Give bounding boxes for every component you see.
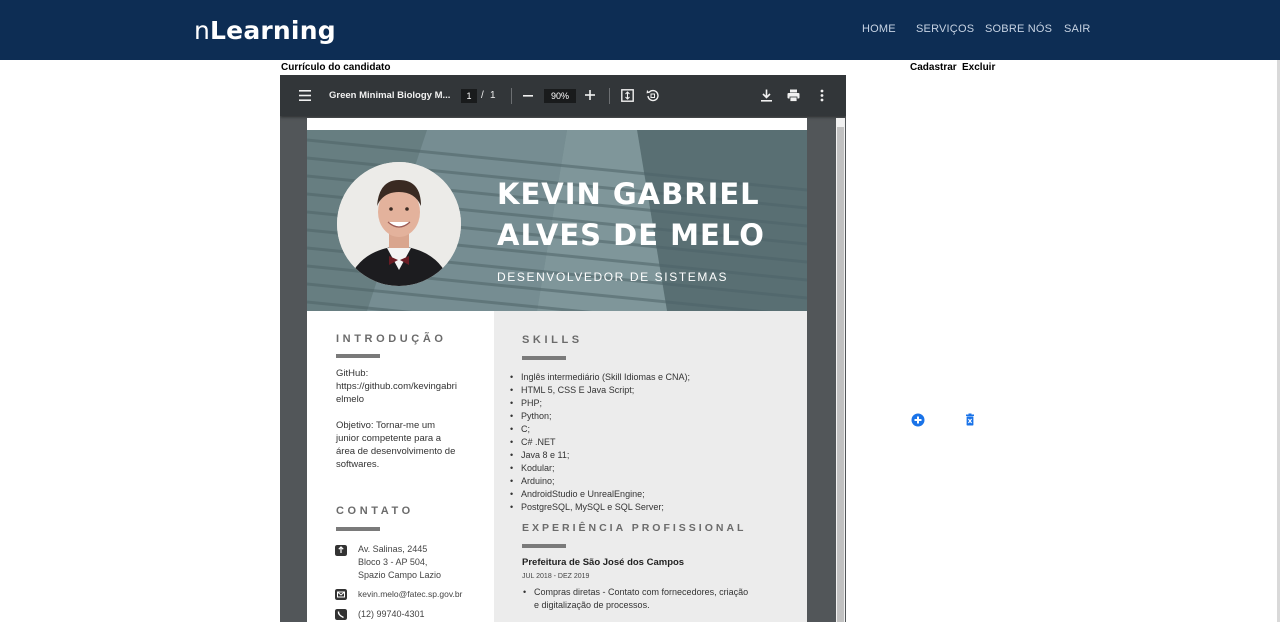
contact-address: Av. Salinas, 2445 Bloco 3 - AP 504, Spaz…	[358, 543, 441, 582]
objective-line: área de desenvolvimento de	[336, 446, 456, 457]
skill-item: C;	[509, 423, 690, 436]
resume-page: KEVIN GABRIEL ALVES DE MELO DESENVOLVEDO…	[307, 118, 807, 622]
skills-list: Inglês intermediário (Skill Idiomas e CN…	[509, 371, 690, 514]
trash-icon[interactable]	[963, 413, 977, 427]
location-icon	[335, 545, 347, 556]
candidate-name-line-2: ALVES DE MELO	[497, 218, 765, 252]
skill-item: AndroidStudio e UnrealEngine;	[509, 488, 690, 501]
objective-line: Objetivo: Tornar-me um	[336, 420, 436, 431]
experience-heading: EXPERIÊNCIA PROFISSIONAL	[522, 522, 747, 534]
skills-heading: SKILLS	[522, 334, 583, 346]
skill-item: Kodular;	[509, 462, 690, 475]
phone-icon	[335, 609, 347, 620]
job-period: JUL 2018 - DEZ 2019	[522, 573, 590, 580]
page-total: 1	[490, 90, 496, 101]
skill-item: PHP;	[509, 397, 690, 410]
rotate-icon[interactable]	[646, 89, 659, 102]
skills-heading-bar	[522, 356, 566, 360]
resume-right-column: SKILLS Inglês intermediário (Skill Idiom…	[494, 311, 807, 622]
contact-heading-bar	[336, 527, 380, 531]
more-options-icon[interactable]	[820, 89, 824, 102]
intro-github-label: GitHub:	[336, 368, 369, 379]
pdf-scrollbar[interactable]	[836, 118, 845, 622]
register-label: Cadastrar	[910, 62, 957, 73]
pdf-scrollbar-thumb[interactable]	[837, 127, 844, 622]
intro-heading-bar	[336, 354, 380, 358]
print-icon[interactable]	[787, 89, 800, 102]
intro-github: GitHub: https://github.com/kevingabri el…	[336, 367, 457, 406]
delete-label: Excluir	[962, 62, 996, 73]
skill-item: PostgreSQL, MySQL e SQL Server;	[509, 501, 690, 514]
objective-line: softwares.	[336, 459, 380, 470]
pdf-viewer[interactable]: Green Minimal Biology M... 1 / 1 90% KEV…	[280, 75, 846, 622]
objective-line: junior competente para a	[336, 433, 442, 444]
fit-page-icon[interactable]	[621, 89, 634, 102]
skill-item: Java 8 e 11;	[509, 449, 690, 462]
nav-link-services[interactable]: SERVIÇOS	[916, 23, 974, 35]
skill-item: Arduino;	[509, 475, 690, 488]
contact-phone: (12) 99740-4301	[358, 609, 425, 619]
experience-heading-bar	[522, 544, 566, 548]
resume-left-column: INTRODUÇÃO GitHub: https://github.com/ke…	[307, 311, 494, 622]
candidate-role: DESENVOLVEDOR DE SISTEMAS	[497, 270, 729, 284]
brand-logo[interactable]: nLearning	[194, 16, 336, 45]
top-navbar: nLearning HOME SERVIÇOS SOBRE NÓS SAIR	[0, 0, 1280, 60]
zoom-out-icon[interactable]	[523, 95, 533, 97]
page-title: Currículo do candidato	[281, 62, 391, 73]
intro-heading: INTRODUÇÃO	[336, 333, 447, 345]
nav-link-about[interactable]: SOBRE NÓS	[985, 23, 1052, 35]
contact-heading: CONTATO	[336, 505, 414, 517]
job-description: • Compras diretas - Contato com forneced…	[523, 587, 749, 610]
page-number-input[interactable]: 1	[461, 89, 477, 103]
nav-link-home[interactable]: HOME	[862, 23, 896, 35]
candidate-name-line-1: KEVIN GABRIEL	[497, 177, 760, 211]
zoom-in-icon[interactable]	[585, 90, 595, 100]
skill-item: HTML 5, CSS E Java Script;	[509, 384, 690, 397]
skill-item: Inglês intermediário (Skill Idiomas e CN…	[509, 371, 690, 384]
brand-prefix: n	[194, 16, 211, 45]
pdf-file-title: Green Minimal Biology M...	[329, 90, 451, 101]
intro-github-url-2: elmelo	[336, 394, 364, 405]
address-line: Spazio Campo Lazio	[358, 570, 442, 580]
download-icon[interactable]	[761, 89, 772, 102]
address-line: Av. Salinas, 2445	[358, 544, 428, 554]
job-company: Prefeitura de São José dos Campos	[522, 557, 685, 568]
intro-objective: Objetivo: Tornar-me um junior competente…	[336, 419, 455, 471]
address-line: Bloco 3 - AP 504,	[358, 557, 428, 567]
brand-main: Learning	[210, 16, 336, 45]
job-description-line: e digitalização de processos.	[534, 600, 650, 610]
menu-icon[interactable]	[299, 90, 311, 101]
intro-github-url-1: https://github.com/kevingabri	[336, 381, 457, 392]
toolbar-divider	[609, 88, 610, 104]
skill-item: Python;	[509, 410, 690, 423]
nav-link-logout[interactable]: SAIR	[1064, 23, 1090, 35]
plus-circle-icon[interactable]	[911, 413, 925, 427]
page-separator: /	[481, 90, 484, 101]
contact-email: kevin.melo@fatec.sp.gov.br	[358, 589, 463, 599]
toolbar-divider	[511, 88, 512, 104]
skill-item: C# .NET	[509, 436, 690, 449]
job-description-line: Compras diretas - Contato com fornecedor…	[534, 587, 749, 597]
profile-photo	[337, 162, 461, 286]
email-icon	[335, 589, 347, 600]
candidate-name: KEVIN GABRIEL ALVES DE MELO	[497, 174, 765, 256]
resume-header: KEVIN GABRIEL ALVES DE MELO DESENVOLVEDO…	[307, 130, 807, 311]
pdf-toolbar: Green Minimal Biology M... 1 / 1 90%	[280, 75, 846, 116]
zoom-level-input[interactable]: 90%	[544, 89, 576, 103]
